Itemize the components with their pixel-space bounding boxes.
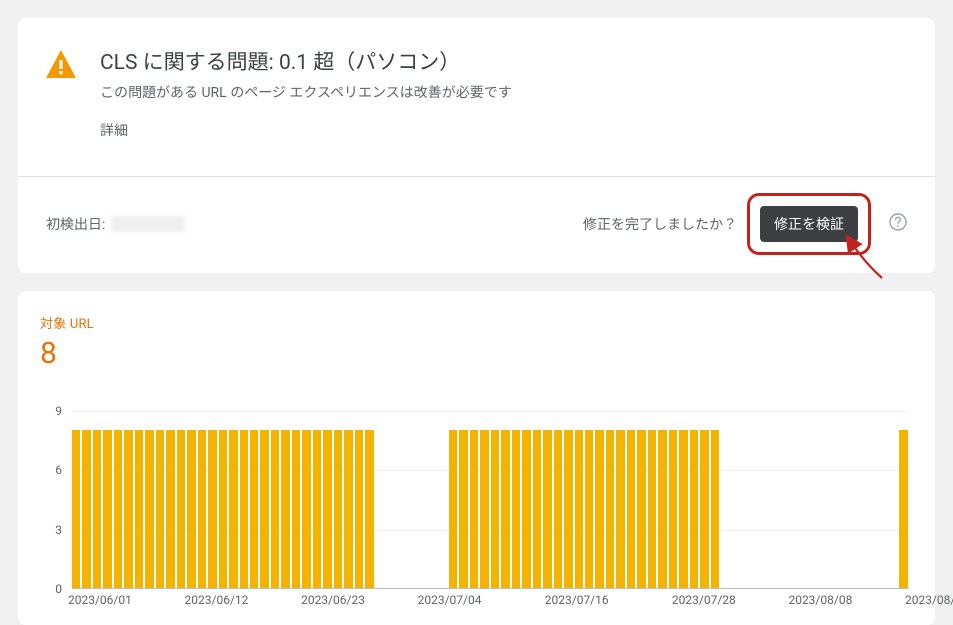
issue-header: CLS に関する問題: 0.1 超（パソコン） この問題がある URL のページ… [18, 18, 935, 154]
chart-bar [459, 430, 467, 588]
chart-bar [198, 430, 206, 588]
chart-bar [449, 430, 457, 588]
chart-bar [365, 430, 373, 588]
chart-bar [281, 430, 289, 588]
chart-bar [323, 430, 331, 588]
validate-highlight: 修正を検証 [747, 193, 871, 255]
issue-subtitle: この問題がある URL のページ エクスペリエンスは改善が必要です [100, 82, 512, 102]
chart-bar [522, 430, 530, 588]
chart-bar [658, 430, 666, 588]
x-tick-label: 2023/06/01 [68, 593, 132, 607]
chart-bar [187, 430, 195, 588]
issue-title: CLS に関する問題: 0.1 超（パソコン） [100, 46, 512, 76]
footer-right: 修正を完了しましたか？ 修正を検証 [583, 193, 907, 255]
chart-bar [533, 430, 541, 588]
chart-bar [700, 430, 708, 588]
chart-bar [93, 430, 101, 588]
chart-bar [82, 430, 90, 588]
x-tick-label: 2023/08/08 [788, 593, 852, 607]
y-tick-label: 3 [55, 523, 62, 537]
chart-bar [491, 430, 499, 588]
warning-icon [46, 50, 76, 82]
chart-bar [177, 430, 185, 588]
help-icon[interactable] [889, 213, 907, 235]
y-tick-label: 9 [55, 404, 62, 418]
first-detected-label: 初検出日: [46, 214, 105, 234]
chart-bar [114, 430, 122, 588]
chart-bar [166, 430, 174, 588]
chart-bar [470, 430, 478, 588]
y-axis: 0369 [40, 411, 68, 589]
y-tick-label: 0 [55, 582, 62, 596]
chart-bar [554, 430, 562, 588]
issue-footer: 初検出日: 修正を完了しましたか？ 修正を検証 [18, 177, 935, 273]
chart-bar [575, 430, 583, 588]
x-tick-label: 2023/06/12 [185, 593, 249, 607]
chart-bar [219, 430, 227, 588]
chart-bar [690, 430, 698, 588]
chart-bar [543, 430, 551, 588]
metric-value: 8 [40, 336, 913, 371]
chart-bar [585, 430, 593, 588]
chart-bar [156, 430, 164, 588]
chart-bar [103, 430, 111, 588]
chart-bar [334, 430, 342, 588]
issue-card: CLS に関する問題: 0.1 超（パソコン） この問題がある URL のページ… [18, 18, 935, 273]
chart-bar [648, 430, 656, 588]
chart-bar [240, 430, 248, 588]
chart-bar [250, 430, 258, 588]
chart-bar [606, 430, 614, 588]
chart-area: 0369 2023/06/012023/06/122023/06/232023/… [40, 411, 913, 607]
x-tick-label: 2023/07/28 [672, 593, 736, 607]
chart-bar [564, 430, 572, 588]
chart-bar [501, 430, 509, 588]
chart-bar [271, 430, 279, 588]
chart-bar [208, 430, 216, 588]
chart-bar [229, 430, 237, 588]
chart-bar [313, 430, 321, 588]
chart-bar [669, 430, 677, 588]
validate-prompt: 修正を完了しましたか？ [583, 214, 737, 234]
chart-bar [124, 430, 132, 588]
chart-bar [355, 430, 363, 588]
chart-bar [260, 430, 268, 588]
metric-label: 対象 URL [40, 313, 913, 332]
chart-bar [679, 430, 687, 588]
x-tick-label: 2023/07/16 [545, 593, 609, 607]
chart-bar [616, 430, 624, 588]
chart-bar [72, 430, 80, 588]
chart-bar [899, 430, 907, 588]
chart-bar [292, 430, 300, 588]
validate-button[interactable]: 修正を検証 [760, 206, 858, 242]
x-tick-label: 2023/08/19 [905, 593, 953, 607]
x-tick-label: 2023/07/04 [418, 593, 482, 607]
chart-bar [145, 430, 153, 588]
chart-bar [627, 430, 635, 588]
first-detected: 初検出日: [46, 214, 185, 234]
y-tick-label: 6 [55, 463, 62, 477]
chart-bar [512, 430, 520, 588]
chart-bar [302, 430, 310, 588]
x-axis: 2023/06/012023/06/122023/06/232023/07/04… [72, 593, 909, 611]
chart-bar [595, 430, 603, 588]
chart-bar [344, 430, 352, 588]
details-link[interactable]: 詳細 [100, 120, 512, 140]
chart-bar [637, 430, 645, 588]
chart-card: 対象 URL 8 0 3 6 9 2023/06/01 2023/06/12 2023/0… [18, 291, 935, 625]
issue-text-block: CLS に関する問題: 0.1 超（パソコン） この問題がある URL のページ… [100, 46, 512, 140]
chart-plot [72, 411, 909, 589]
first-detected-value-redacted [111, 216, 185, 232]
chart-bar [135, 430, 143, 588]
chart-bar [480, 430, 488, 588]
x-tick-label: 2023/06/23 [301, 593, 365, 607]
chart-bar [711, 430, 719, 588]
